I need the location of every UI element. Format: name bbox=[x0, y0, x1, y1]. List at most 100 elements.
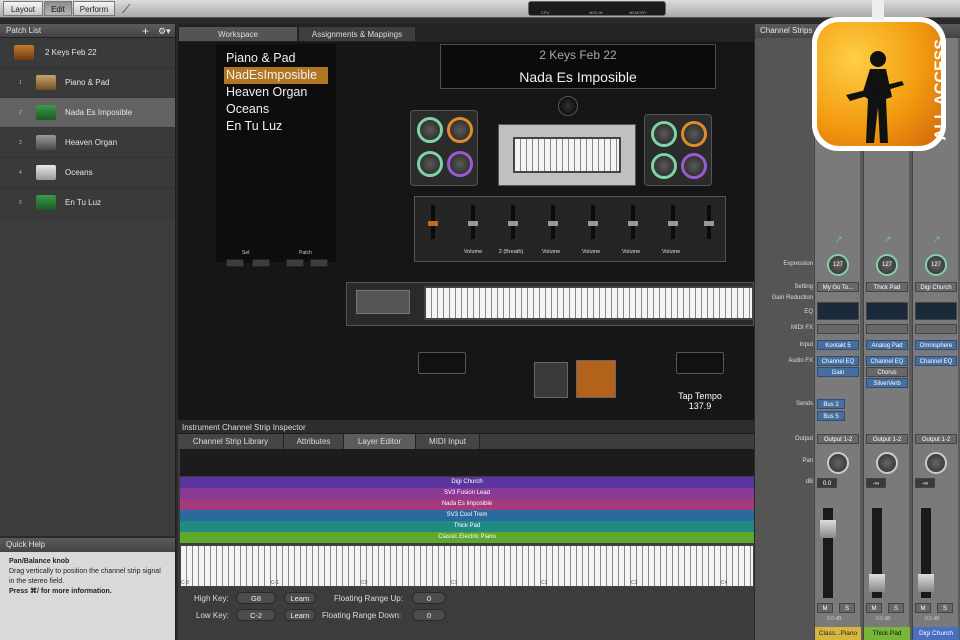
tab-channel-strip-library[interactable]: Channel Strip Library bbox=[178, 434, 284, 449]
knob[interactable] bbox=[417, 151, 443, 177]
patch-row[interactable]: 1 Piano & Pad bbox=[0, 68, 175, 98]
tap-tempo-button[interactable]: Tap Tempo 137.9 bbox=[668, 391, 732, 411]
eq-display[interactable] bbox=[817, 302, 859, 320]
pan-knob[interactable] bbox=[827, 452, 849, 474]
knob[interactable] bbox=[447, 117, 473, 143]
pan-knob[interactable] bbox=[925, 452, 947, 474]
mute-button[interactable]: M bbox=[817, 603, 833, 613]
layout-mode-button[interactable]: Layout bbox=[3, 1, 43, 16]
audio-fx-slot[interactable]: Channel EQ bbox=[866, 356, 908, 366]
fader[interactable] bbox=[428, 205, 438, 239]
audio-fx-slot[interactable]: Channel EQ bbox=[817, 356, 859, 366]
sustain-pedal[interactable] bbox=[576, 360, 616, 398]
patch-prev-button[interactable] bbox=[286, 259, 304, 267]
knob[interactable] bbox=[651, 121, 677, 147]
setting-slot[interactable]: My Go To... bbox=[817, 282, 859, 292]
expression-knob[interactable]: 127 bbox=[876, 254, 898, 276]
midi-fx-slot[interactable] bbox=[915, 324, 957, 334]
patch-row[interactable]: 3 Heaven Organ bbox=[0, 128, 175, 158]
fader[interactable] bbox=[668, 205, 678, 239]
pad-button[interactable] bbox=[676, 352, 724, 374]
expression-pedal[interactable] bbox=[534, 362, 568, 398]
floating-range-up-stepper[interactable]: 0 bbox=[412, 592, 446, 604]
pitch-mod-wheels[interactable] bbox=[356, 290, 410, 314]
layer-bar[interactable]: Classic Electric Piano bbox=[180, 532, 754, 543]
layer-bar[interactable]: Digi Church bbox=[180, 477, 754, 488]
add-patch-icon[interactable]: + bbox=[142, 24, 149, 38]
gear-icon[interactable]: ⚙▾ bbox=[158, 24, 171, 38]
tab-layer-editor[interactable]: Layer Editor bbox=[344, 434, 416, 449]
input-slot[interactable]: Kontakt 5 bbox=[817, 340, 859, 350]
low-key-learn-button[interactable]: Learn bbox=[284, 609, 316, 621]
perform-mode-button[interactable]: Perform bbox=[73, 1, 115, 16]
layer-bar[interactable]: Nada Es Imposible bbox=[180, 499, 754, 510]
setlist-item-selected[interactable]: NadEsImposible bbox=[224, 67, 328, 84]
solo-button[interactable]: S bbox=[839, 603, 855, 613]
set-next-button[interactable] bbox=[252, 259, 270, 267]
layer-bar[interactable]: SV3 Fusion Lead bbox=[180, 488, 754, 499]
patch-row[interactable]: 4 Oceans bbox=[0, 158, 175, 188]
midi-fx-slot[interactable] bbox=[817, 324, 859, 334]
high-key-stepper[interactable]: G8 bbox=[236, 592, 276, 604]
tuner-icon[interactable]: ⟋ bbox=[122, 2, 130, 17]
knob[interactable] bbox=[651, 153, 677, 179]
fader[interactable] bbox=[508, 205, 518, 239]
fader[interactable] bbox=[468, 205, 478, 239]
input-slot[interactable]: Analog Pad bbox=[866, 340, 908, 350]
fader[interactable] bbox=[548, 205, 558, 239]
low-key-stepper[interactable]: C-2 bbox=[236, 609, 276, 621]
knob[interactable] bbox=[681, 121, 707, 147]
strip-name[interactable]: Digi Church bbox=[913, 627, 959, 640]
expression-knob[interactable]: 127 bbox=[925, 254, 947, 276]
expression-knob[interactable]: 127 bbox=[827, 254, 849, 276]
eq-display[interactable] bbox=[915, 302, 957, 320]
master-knob[interactable] bbox=[558, 96, 578, 116]
midi-fx-slot[interactable] bbox=[866, 324, 908, 334]
mute-button[interactable]: M bbox=[866, 603, 882, 613]
layer-bar[interactable]: Thick Pad bbox=[180, 521, 754, 532]
solo-button[interactable]: S bbox=[937, 603, 953, 613]
high-key-learn-button[interactable]: Learn bbox=[284, 592, 316, 604]
pan-knob[interactable] bbox=[876, 452, 898, 474]
fader[interactable] bbox=[588, 205, 598, 239]
strip-name[interactable]: Class...Piano bbox=[815, 627, 861, 640]
volume-fader[interactable] bbox=[918, 574, 934, 592]
mute-button[interactable]: M bbox=[915, 603, 931, 613]
tab-assignments-mappings[interactable]: Assignments & Mappings bbox=[298, 26, 416, 42]
setlist-item[interactable]: Heaven Organ bbox=[224, 84, 334, 101]
knob[interactable] bbox=[447, 151, 473, 177]
fader[interactable] bbox=[704, 205, 714, 239]
input-slot[interactable]: Omnisphere bbox=[915, 340, 957, 350]
main-keyboard[interactable] bbox=[424, 286, 754, 320]
floating-range-down-stepper[interactable]: 0 bbox=[412, 609, 446, 621]
solo-button[interactable]: S bbox=[888, 603, 904, 613]
setlist-item[interactable]: Piano & Pad bbox=[224, 50, 334, 67]
layer-bar[interactable]: SV3 Cool Trem bbox=[180, 510, 754, 521]
output-slot[interactable]: Output 1-2 bbox=[866, 434, 908, 444]
send-slot[interactable]: Bus 2 bbox=[817, 399, 845, 409]
fader[interactable] bbox=[628, 205, 638, 239]
audio-fx-slot[interactable]: SilverVerb bbox=[866, 378, 908, 388]
audio-fx-slot[interactable]: Channel EQ bbox=[915, 356, 957, 366]
setting-slot[interactable]: Thick Pad bbox=[866, 282, 908, 292]
patch-row-selected[interactable]: 2 Nada Es Imposible bbox=[0, 98, 175, 128]
output-slot[interactable]: Output 1-2 bbox=[915, 434, 957, 444]
send-slot[interactable]: Bus 5 bbox=[817, 411, 845, 421]
tab-workspace[interactable]: Workspace bbox=[178, 26, 298, 42]
setting-slot[interactable]: Digi Church bbox=[915, 282, 957, 292]
output-slot[interactable]: Output 1-2 bbox=[817, 434, 859, 444]
knob[interactable] bbox=[417, 117, 443, 143]
tab-attributes[interactable]: Attributes bbox=[284, 434, 344, 449]
set-row[interactable]: 2 Keys Feb 22 bbox=[0, 38, 175, 68]
patch-row[interactable]: 5 En Tu Luz bbox=[0, 188, 175, 218]
patch-next-button[interactable] bbox=[310, 259, 328, 267]
layer-keyboard[interactable] bbox=[180, 545, 754, 587]
edit-mode-button[interactable]: Edit bbox=[44, 1, 72, 16]
volume-fader[interactable] bbox=[869, 574, 885, 592]
set-prev-button[interactable] bbox=[226, 259, 244, 267]
knob[interactable] bbox=[681, 153, 707, 179]
volume-fader[interactable] bbox=[820, 520, 836, 538]
tab-midi-input[interactable]: MIDI Input bbox=[416, 434, 480, 449]
audio-fx-slot[interactable]: Chorus bbox=[866, 367, 908, 377]
eq-display[interactable] bbox=[866, 302, 908, 320]
